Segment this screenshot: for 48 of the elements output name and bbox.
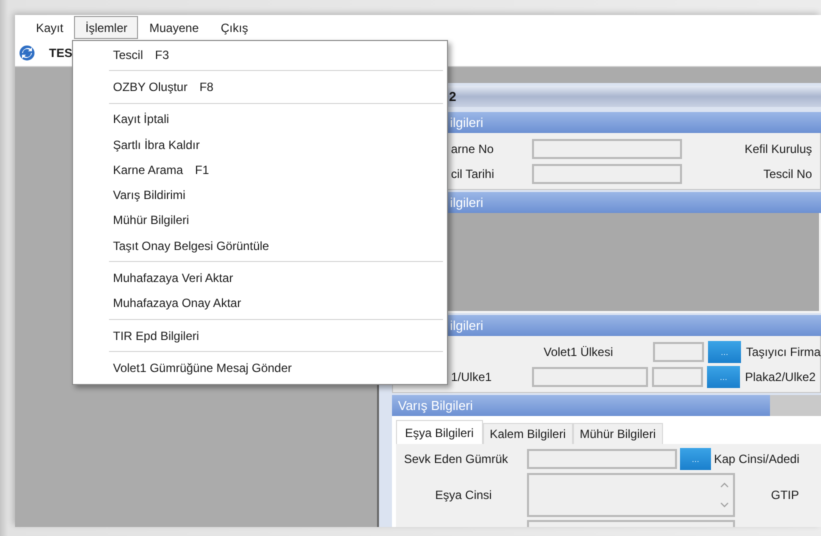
refresh-icon [19,45,35,61]
section-title: ilgileri [450,318,484,333]
tab[interactable]: Mühür Bilgileri [572,423,663,444]
menu-item[interactable]: TIR Epd Bilgileri [101,322,447,348]
input-field[interactable] [532,366,648,386]
menu-item[interactable]: Varış Bildirimi [101,182,447,208]
section-title: ilgileri [450,115,484,130]
field-label: Sevk Eden Gümrük [403,452,510,466]
menu-item[interactable]: Şartlı İbra Kaldır [101,132,447,158]
input-field[interactable] [532,138,682,158]
chevron-up-icon [720,482,728,488]
tab[interactable]: Eşya Bilgileri [396,420,483,444]
field-label: GTIP [771,488,800,502]
field-label: Plaka2/Ulke2 [745,370,816,384]
field-label: arne No [450,142,495,156]
input-field[interactable] [532,164,682,184]
field-label: Eşya Cinsi [434,488,493,502]
menu-item[interactable]: Muhafazaya Onay Aktar [101,290,447,316]
menu-item[interactable]: Karne Arama F1 [101,157,447,182]
field-label: Tescil No [762,166,813,180]
section-title: Varış Bilgileri [398,398,473,413]
field-label: Kefil Kuruluş [744,142,813,156]
input-field[interactable] [652,366,703,386]
text-area[interactable] [527,473,735,517]
collapsed-panel [770,395,821,416]
menu-item[interactable]: Mühür Bilgileri [101,208,447,234]
field-label: Volet1 Ülkesi [542,344,614,358]
field-label: cil Tarihi [450,166,496,180]
menu-item[interactable]: Muayene [138,16,210,39]
section-title: ilgileri [450,195,484,210]
tab[interactable]: Kalem Bilgileri [482,423,573,444]
menu-item[interactable]: Çıkış [210,16,260,39]
field-label: 1/Ulke1 [450,370,493,384]
input-field[interactable] [527,448,677,468]
menu-item[interactable]: Muhafazaya Veri Aktar [101,265,447,291]
menu-item[interactable]: Kayıt [25,16,74,39]
menu-item[interactable]: Volet1 Gümrüğüne Mesaj Gönder [101,355,447,381]
field-label: Kap Cinsi/Adedi [714,452,800,466]
chevron-down-icon [720,502,728,508]
toolbar-title: TES [49,46,72,60]
menu-item[interactable]: Taşıt Onay Belgesi Görüntüle [101,233,447,258]
menu-item[interactable]: Kayıt İptali [101,106,447,132]
menu-item[interactable]: Tescil F3 [101,42,447,68]
input-field[interactable] [653,342,704,362]
menu-item[interactable]: OZBY Oluştur F8 [101,74,447,100]
window-title: 2 [449,89,456,104]
menu-item[interactable]: İşlemler [74,16,138,39]
field-label: Taşıyıcı Firma [746,344,821,358]
